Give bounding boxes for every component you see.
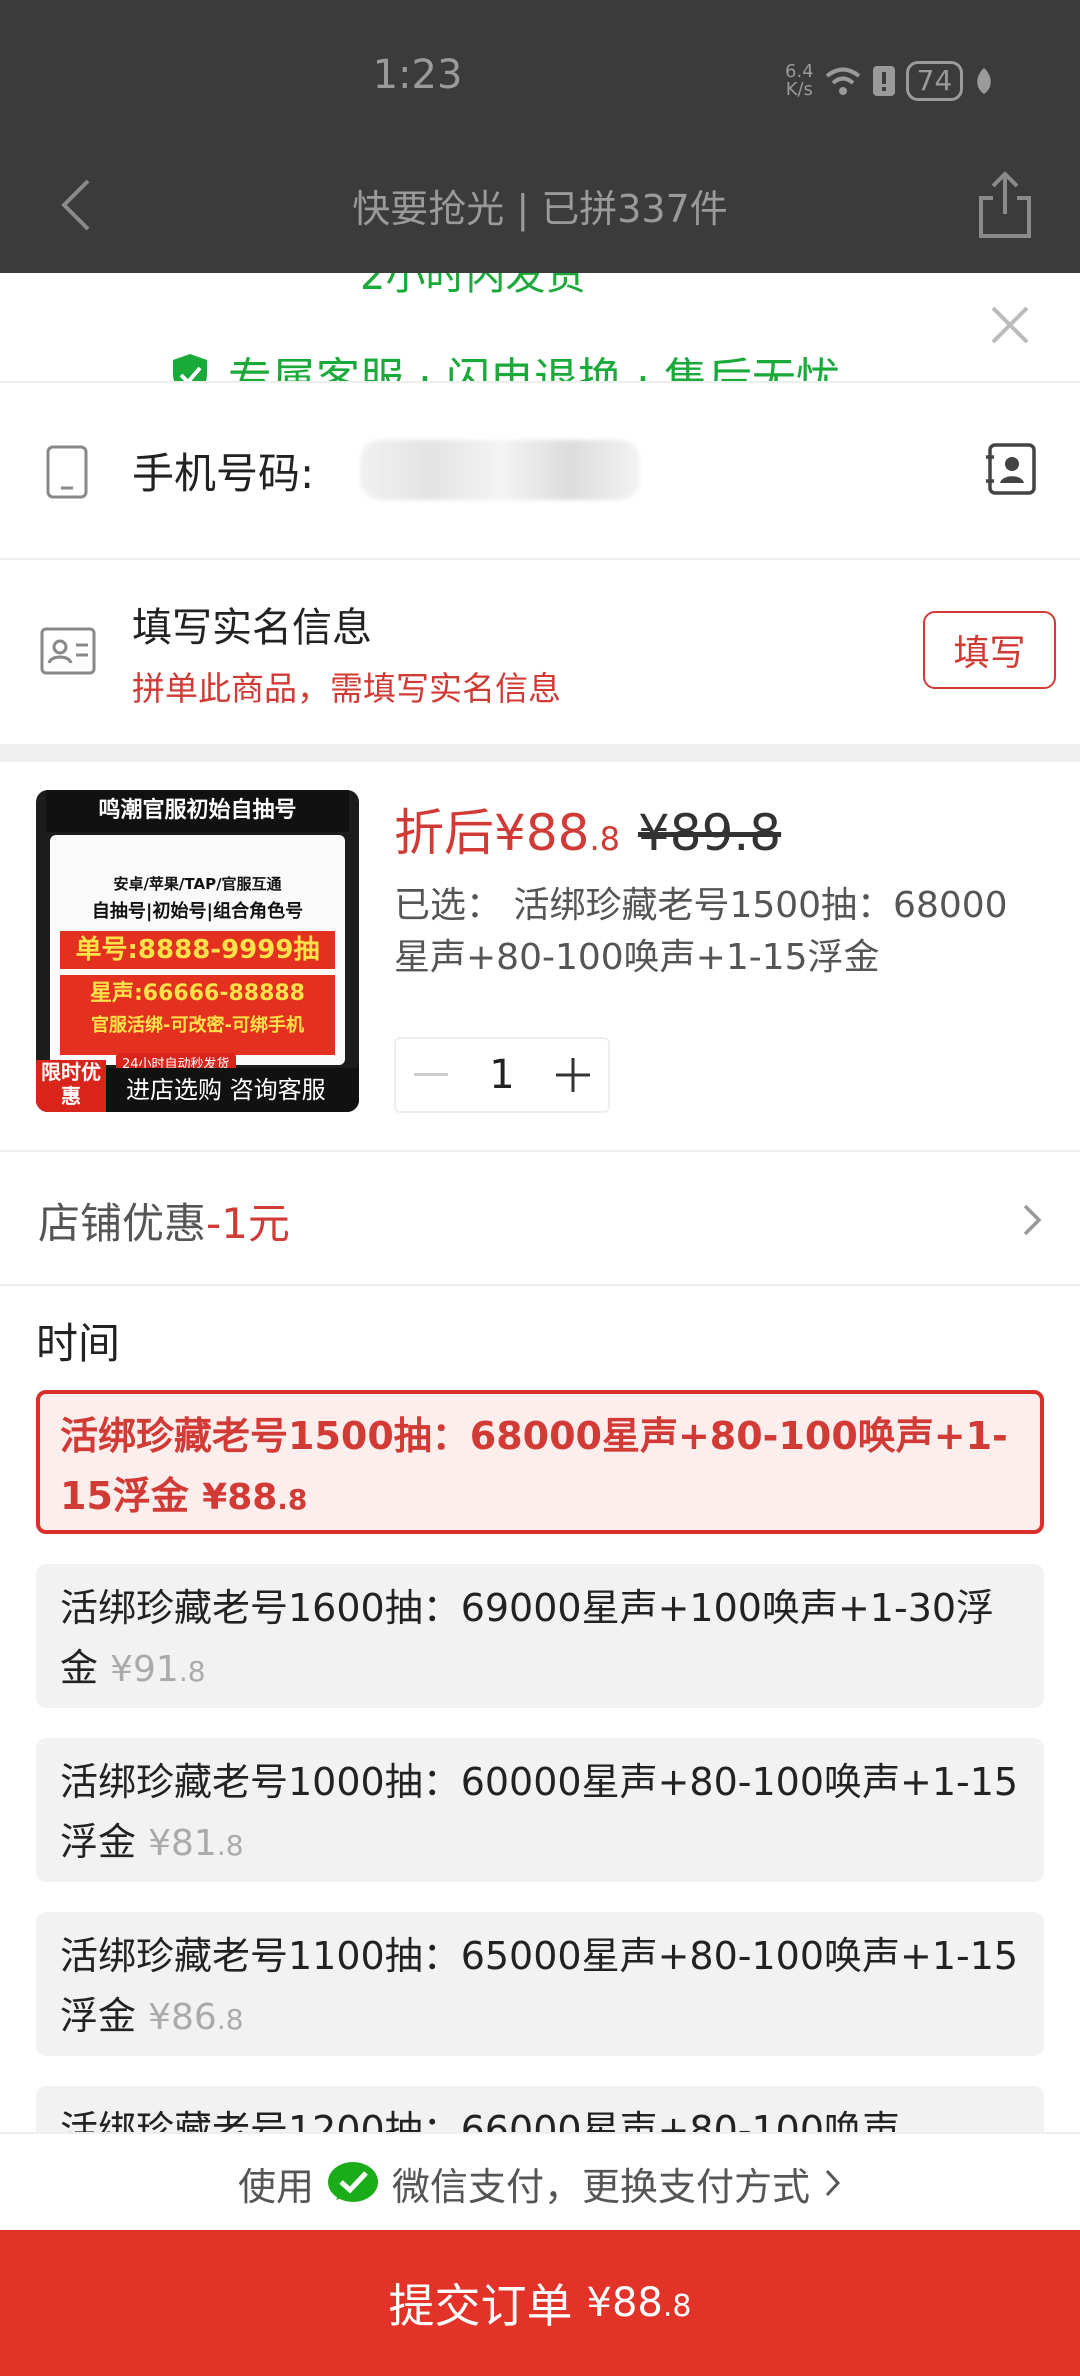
leaf-icon [977,68,992,94]
submit-order-button[interactable]: 提交订单 ¥88.8 [0,2230,1080,2376]
banner-line-1: 2小时内发货 [360,273,586,299]
net-speed: 6.4 K/s [785,61,814,100]
spec-option[interactable]: 活绑珍藏老号1000抽：60000星声+80-100唤声+1-15浮金 ¥81.… [36,1738,1044,1882]
page-title: 快要抢光 | 已拼337件 [352,187,728,231]
spec-option[interactable]: 活绑珍藏老号1600抽：69000星声+100唤声+1-30浮金 ¥91.8 [36,1564,1044,1708]
coupon-value: -1元 [206,1199,290,1248]
chevron-right-icon[interactable] [1017,1200,1047,1240]
chevron-right-icon [825,2169,841,2197]
spec-option-selected[interactable]: 活绑珍藏老号1500抽：68000星声+80-100唤声+1-15浮金 ¥88.… [36,1390,1044,1534]
spec-option[interactable]: 活绑珍藏老号1100抽：65000星声+80-100唤声+1-15浮金 ¥86.… [36,1912,1044,2056]
divider [0,558,1080,560]
decrease-button[interactable] [396,1039,466,1111]
alert-icon [872,66,895,96]
section-gap [0,744,1080,762]
divider [0,1284,1080,1286]
minus-icon [414,1073,448,1076]
divider [0,1150,1080,1152]
order-sheet [0,273,1080,2376]
quantity-value[interactable]: 1 [466,1039,538,1111]
price-prefix: 折后¥ [394,804,526,862]
divider [0,381,1080,383]
id-card-icon [40,627,96,675]
banner-line-2: 专属客服 · 闪电退换 · 售后无忧 [170,343,840,381]
plus-icon [556,1058,590,1092]
phone-value-blurred[interactable] [360,440,640,500]
wifi-icon [825,67,860,95]
spec-section-title: 时间 [36,1319,121,1368]
close-icon[interactable] [985,300,1035,350]
original-price: ¥89.8 [637,804,782,862]
shield-check-icon [173,354,207,381]
shop-coupon-row[interactable]: 店铺优惠-1元 [38,1190,290,1251]
price-decimal: .8 [589,820,620,858]
share-icon[interactable] [975,170,1035,240]
status-icons: 6.4 K/s 74 [785,56,995,106]
submit-price: ¥88.8 [586,2280,692,2326]
payment-method-bar[interactable]: 使用 微信支付，更换支付方式 [0,2132,1080,2232]
realname-title: 填写实名信息 [132,605,372,651]
selected-spec: 已选： 活绑珍藏老号1500抽：68000星声+80-100唤声+1-15浮金 [394,885,1008,978]
price-line: 折后¥ 88.8 ¥89.8 [394,793,781,863]
quantity-stepper: 1 [394,1037,610,1113]
phone-icon [46,445,88,499]
service-banner: 2小时内发货 专属客服 · 闪电退换 · 售后无忧 [0,273,1080,381]
product-image[interactable]: 鸣潮官服初始自抽号 安卓/苹果/TAP/官服互通 自抽号|初始号|组合角色号 单… [36,790,359,1112]
wechat-pay-icon [328,2162,378,2202]
increase-button[interactable] [538,1039,608,1111]
phone-label: 手机号码: [132,449,315,498]
battery-indicator: 74 [905,61,964,101]
realname-subtitle: 拼单此商品，需填写实名信息 [132,669,561,708]
price-integer: 88 [525,804,590,862]
status-time: 1:23 [372,52,463,98]
contacts-icon[interactable] [985,442,1037,496]
fill-realname-button[interactable]: 填写 [923,611,1056,689]
